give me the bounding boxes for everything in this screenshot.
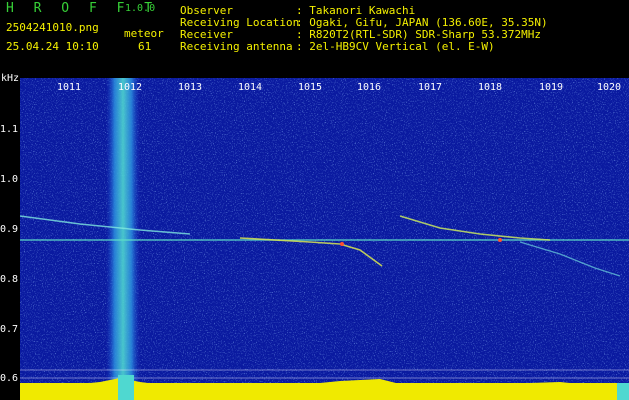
x-tick: 1018 xyxy=(478,82,503,93)
level-bar-right-peak xyxy=(617,383,629,400)
x-tick: 1013 xyxy=(178,82,203,93)
x-tick: 1015 xyxy=(298,82,323,93)
app-version: 1.0.0 xyxy=(125,3,156,14)
x-tick: 1012 xyxy=(118,82,143,93)
y-tick: 1.1 xyxy=(0,124,19,135)
spectrogram xyxy=(20,78,629,400)
x-tick: 1017 xyxy=(418,82,443,93)
y-tick: 0.7 xyxy=(0,324,19,335)
meteor-label: meteor xyxy=(124,27,164,40)
x-tick: 1020 xyxy=(597,82,622,93)
file-datetime: 25.04.24 10:10 xyxy=(6,40,99,53)
y-tick: 0.8 xyxy=(0,274,19,285)
meteor-head-1 xyxy=(340,242,344,246)
y-tick: 1.0 xyxy=(0,174,19,185)
y-tick: 0.9 xyxy=(0,224,19,235)
file-name: 2504241010.png xyxy=(6,21,99,34)
x-tick: 1016 xyxy=(357,82,382,93)
meteor-count: 61 xyxy=(138,40,152,53)
header-panel: H R O F F T 1.0.0 2504241010.png 25.04.2… xyxy=(0,0,629,78)
x-tick: 1019 xyxy=(539,82,564,93)
x-tick: 1014 xyxy=(238,82,263,93)
info-key-antenna: Receiving antenna xyxy=(180,40,293,53)
level-bar-band-peak xyxy=(118,375,134,400)
level-bar xyxy=(20,383,629,400)
y-tick: 0.6 xyxy=(0,373,19,384)
meteor-head-2 xyxy=(498,238,502,242)
info-value-antenna: : 2el-HB9CV Vertical (el. E-W) xyxy=(296,40,495,53)
x-tick: 1011 xyxy=(57,82,82,93)
y-axis-unit: kHz xyxy=(1,73,20,84)
vertical-noise-band xyxy=(106,78,140,390)
